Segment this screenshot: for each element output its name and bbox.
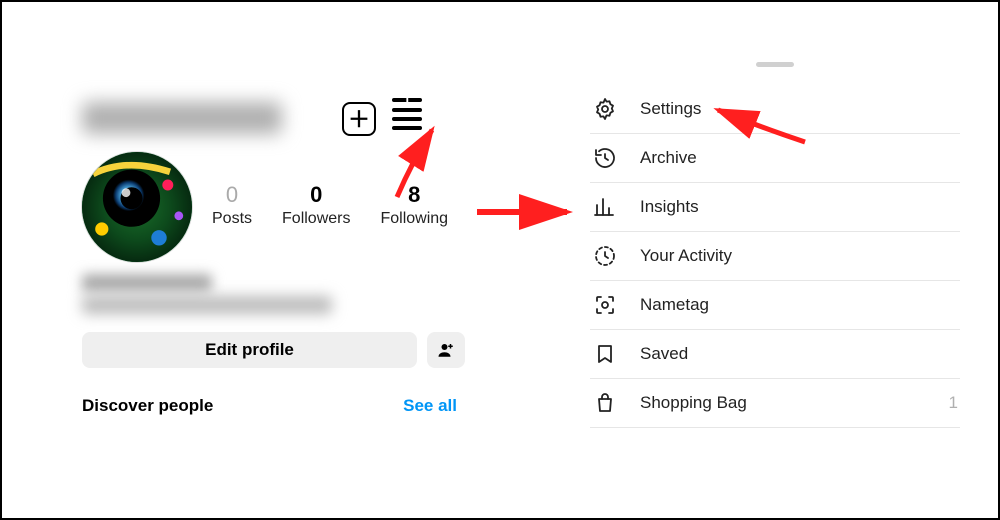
username-obscured: [82, 102, 282, 134]
menu-label: Settings: [640, 99, 958, 119]
menu-label: Nametag: [640, 295, 958, 315]
menu-item-activity[interactable]: Your Activity: [590, 232, 960, 281]
stat-followers[interactable]: 0 Followers: [282, 182, 350, 228]
profile-stats: 0 Posts 0 Followers 8 Following: [212, 182, 448, 228]
discover-people-button[interactable]: [427, 332, 465, 368]
menu-badge: 1: [392, 98, 422, 102]
menu-item-settings[interactable]: Settings: [590, 85, 960, 134]
profile-avatar[interactable]: [82, 152, 192, 262]
settings-gear-icon: [592, 96, 618, 122]
options-menu-panel: Settings Archive Insights Your Activity …: [590, 62, 960, 428]
menu-label: Shopping Bag: [640, 393, 949, 413]
menu-item-insights[interactable]: Insights: [590, 183, 960, 232]
archive-clock-icon: [592, 145, 618, 171]
hamburger-menu-button[interactable]: 1: [392, 108, 422, 130]
insights-bar-icon: [592, 194, 618, 220]
create-post-button[interactable]: ＋: [342, 102, 376, 136]
menu-label: Saved: [640, 344, 958, 364]
menu-item-archive[interactable]: Archive: [590, 134, 960, 183]
menu-trailing: 1: [949, 393, 958, 413]
menu-item-shopping[interactable]: Shopping Bag 1: [590, 379, 960, 428]
sheet-drag-handle[interactable]: [756, 62, 794, 67]
nametag-scan-icon: [592, 292, 618, 318]
menu-item-saved[interactable]: Saved: [590, 330, 960, 379]
bio-obscured: [82, 296, 332, 314]
discover-people-title: Discover people: [82, 396, 213, 416]
shopping-bag-icon: [592, 390, 618, 416]
see-all-link[interactable]: See all: [403, 396, 457, 416]
saved-bookmark-icon: [592, 341, 618, 367]
annotation-arrow-to-menu: [472, 192, 582, 232]
display-name-obscured: [82, 274, 212, 292]
menu-label: Insights: [640, 197, 958, 217]
stat-posts[interactable]: 0 Posts: [212, 182, 252, 228]
menu-label: Archive: [640, 148, 958, 168]
activity-clock-icon: [592, 243, 618, 269]
edit-profile-button[interactable]: Edit profile: [82, 332, 417, 368]
menu-item-nametag[interactable]: Nametag: [590, 281, 960, 330]
stat-following[interactable]: 8 Following: [380, 182, 448, 228]
menu-label: Your Activity: [640, 246, 958, 266]
